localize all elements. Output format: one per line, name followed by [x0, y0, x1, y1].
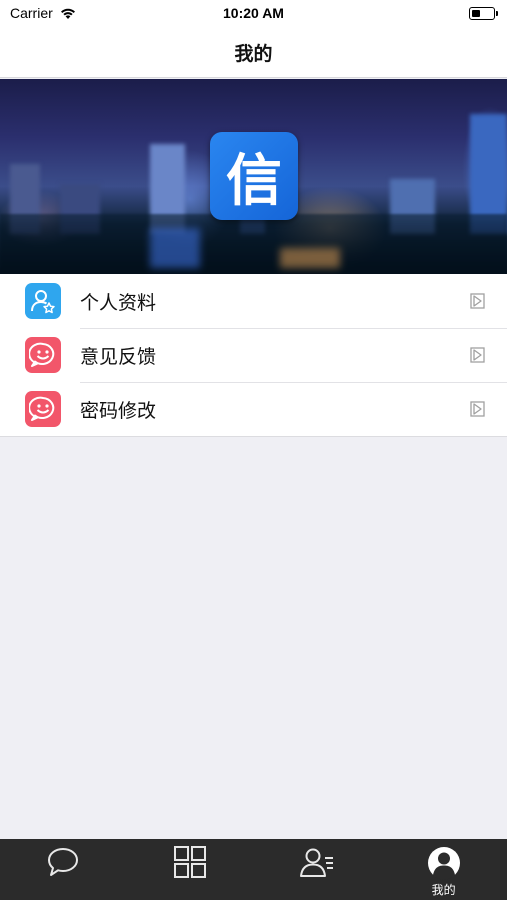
tab-messages[interactable]	[0, 839, 127, 900]
tab-apps[interactable]	[127, 839, 254, 900]
status-time: 10:20 AM	[223, 5, 284, 21]
chevron-right-icon	[470, 347, 485, 363]
banner-reflection	[280, 248, 340, 268]
settings-menu: 个人资料 意见反馈 密码修改	[0, 274, 507, 437]
tab-label: 我的	[431, 883, 456, 897]
menu-item-label: 意见反馈	[80, 345, 157, 368]
chevron-right-icon	[470, 401, 485, 417]
tab-contacts[interactable]	[254, 839, 381, 900]
app-logo: 信	[210, 132, 298, 220]
status-bar: Carrier 10:20 AM	[0, 0, 507, 28]
page-title: 我的	[234, 43, 273, 65]
profile-icon	[427, 847, 460, 880]
chevron-right-icon	[470, 293, 485, 309]
menu-item-change-password[interactable]: 密码修改	[0, 382, 507, 436]
chat-bubble-icon	[48, 848, 79, 876]
smiley-chat-icon	[25, 337, 61, 373]
battery-level	[472, 10, 480, 17]
user-star-icon	[25, 283, 61, 319]
profile-banner: 信	[0, 79, 507, 274]
tab-profile[interactable]: 我的	[380, 839, 507, 900]
nav-bar: 我的	[0, 28, 507, 78]
tab-bar: 我的	[0, 839, 507, 900]
grid-icon	[174, 846, 207, 878]
contacts-icon	[299, 848, 333, 877]
banner-water	[0, 214, 507, 274]
banner-reflection	[150, 228, 200, 268]
menu-item-profile[interactable]: 个人资料	[0, 274, 507, 328]
menu-item-label: 个人资料	[80, 291, 157, 314]
smiley-chat-icon	[25, 391, 61, 427]
menu-item-feedback[interactable]: 意见反馈	[0, 328, 507, 382]
menu-item-label: 密码修改	[80, 399, 157, 422]
app-logo-text: 信	[226, 148, 282, 214]
battery-icon	[469, 7, 498, 20]
